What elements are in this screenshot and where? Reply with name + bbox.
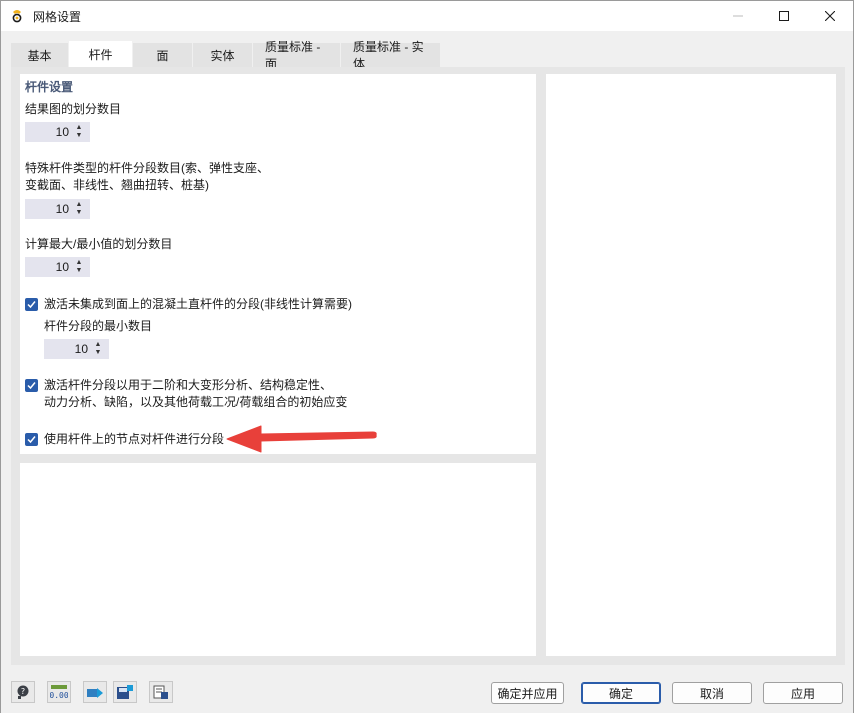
ok-apply-button[interactable]: 确定并应用	[491, 682, 564, 704]
special-member-segments-label-2: 变截面、非线性、翘曲扭转、桩基)	[25, 178, 209, 192]
units-button[interactable]: 0.00	[47, 681, 71, 703]
section-title: 杆件设置	[25, 80, 74, 94]
load-settings-button[interactable]	[149, 681, 173, 703]
help-button[interactable]: ?	[11, 681, 35, 703]
special-member-segments-spinner[interactable]: 10 ▲ ▼	[25, 199, 90, 219]
spinner-arrows-icon[interactable]: ▲ ▼	[92, 341, 104, 357]
checkmark-icon	[27, 301, 36, 309]
ok-button[interactable]: 确定	[581, 682, 661, 704]
cancel-button[interactable]: 取消	[672, 682, 752, 704]
apply-button[interactable]: 应用	[763, 682, 843, 704]
preview-panel-right	[546, 74, 836, 656]
info-panel-bottom	[20, 463, 536, 656]
tab-surfaces[interactable]: 面	[133, 43, 193, 67]
result-divisions-value: 10	[55, 125, 69, 139]
min-segments-label: 杆件分段的最小数目	[44, 319, 153, 333]
help-icon: ?	[17, 685, 29, 699]
activate-member-segments-label-1: 激活杆件分段以用于二阶和大变形分析、结构稳定性、	[44, 378, 333, 392]
use-nodes-on-members-label: 使用杆件上的节点对杆件进行分段	[44, 432, 225, 446]
tab-solids[interactable]: 实体	[193, 43, 253, 67]
model-transfer-button[interactable]	[83, 681, 107, 703]
dialog-footer: ? 0.00 确定并应用 确定 取消 应用	[1, 673, 853, 713]
svg-text:0.00: 0.00	[50, 691, 68, 700]
member-settings-panel: 杆件设置 结果图的划分数目 10 ▲ ▼ 特殊杆件类型的杆件分段数目(索、弹性支座…	[20, 74, 536, 454]
minmax-divisions-label: 计算最大/最小值的划分数目	[25, 237, 173, 251]
use-nodes-on-members-checkbox[interactable]	[25, 433, 38, 446]
maximize-button[interactable]	[761, 1, 807, 31]
activate-member-segments-label-2: 动力分析、缺陷，以及其他荷载工况/荷载组合的初始应变	[44, 395, 348, 409]
minmax-divisions-value: 10	[55, 260, 69, 274]
app-logo-icon	[12, 10, 22, 23]
checkmark-icon	[27, 436, 36, 444]
svg-text:?: ?	[21, 687, 25, 696]
annotation-arrow-icon	[226, 425, 377, 453]
min-segments-value: 10	[74, 342, 88, 356]
result-divisions-label: 结果图的划分数目	[25, 102, 122, 116]
close-button[interactable]	[807, 1, 853, 31]
model-transfer-icon	[87, 688, 103, 698]
tab-quality-surfaces[interactable]: 质量标准 - 面	[253, 40, 341, 71]
checkmark-icon	[27, 382, 36, 390]
spinner-arrows-icon[interactable]: ▲ ▼	[73, 201, 85, 217]
load-settings-icon	[153, 685, 168, 699]
mesh-settings-dialog: 网格设置 基本 杆件 面 实体 质量标准 - 面 质量标准 - 实体 杆件设置 …	[0, 0, 854, 713]
maximize-icon	[779, 11, 789, 21]
special-member-segments-label-1: 特殊杆件类型的杆件分段数目(索、弹性支座、	[25, 161, 269, 175]
min-segments-spinner[interactable]: 10 ▲ ▼	[44, 339, 109, 359]
minmax-divisions-spinner[interactable]: 10 ▲ ▼	[25, 257, 90, 277]
tab-quality-solids[interactable]: 质量标准 - 实体	[341, 40, 441, 71]
window-title: 网格设置	[33, 10, 82, 24]
tab-members[interactable]: 杆件	[69, 41, 133, 67]
activate-member-segments-checkbox[interactable]	[25, 379, 38, 392]
minimize-icon	[733, 15, 743, 17]
tab-basic[interactable]: 基本	[11, 43, 69, 67]
spinner-arrows-icon[interactable]: ▲ ▼	[73, 259, 85, 275]
save-settings-icon	[117, 685, 133, 699]
spinner-arrows-icon[interactable]: ▲ ▼	[73, 124, 85, 140]
activate-concrete-segments-checkbox[interactable]	[25, 298, 38, 311]
special-member-segments-value: 10	[55, 202, 69, 216]
units-icon: 0.00	[50, 685, 68, 700]
save-settings-button[interactable]	[113, 681, 137, 703]
activate-concrete-segments-label: 激活未集成到面上的混凝土直杆件的分段(非线性计算需要)	[44, 297, 352, 311]
result-divisions-spinner[interactable]: 10 ▲ ▼	[25, 122, 90, 142]
title-bar: 网格设置	[1, 1, 853, 31]
minimize-button[interactable]	[715, 1, 761, 31]
tab-content: 杆件设置 结果图的划分数目 10 ▲ ▼ 特殊杆件类型的杆件分段数目(索、弹性支座…	[11, 67, 845, 665]
tab-bar: 基本 杆件 面 实体 质量标准 - 面 质量标准 - 实体	[11, 40, 441, 71]
close-icon	[825, 11, 835, 21]
